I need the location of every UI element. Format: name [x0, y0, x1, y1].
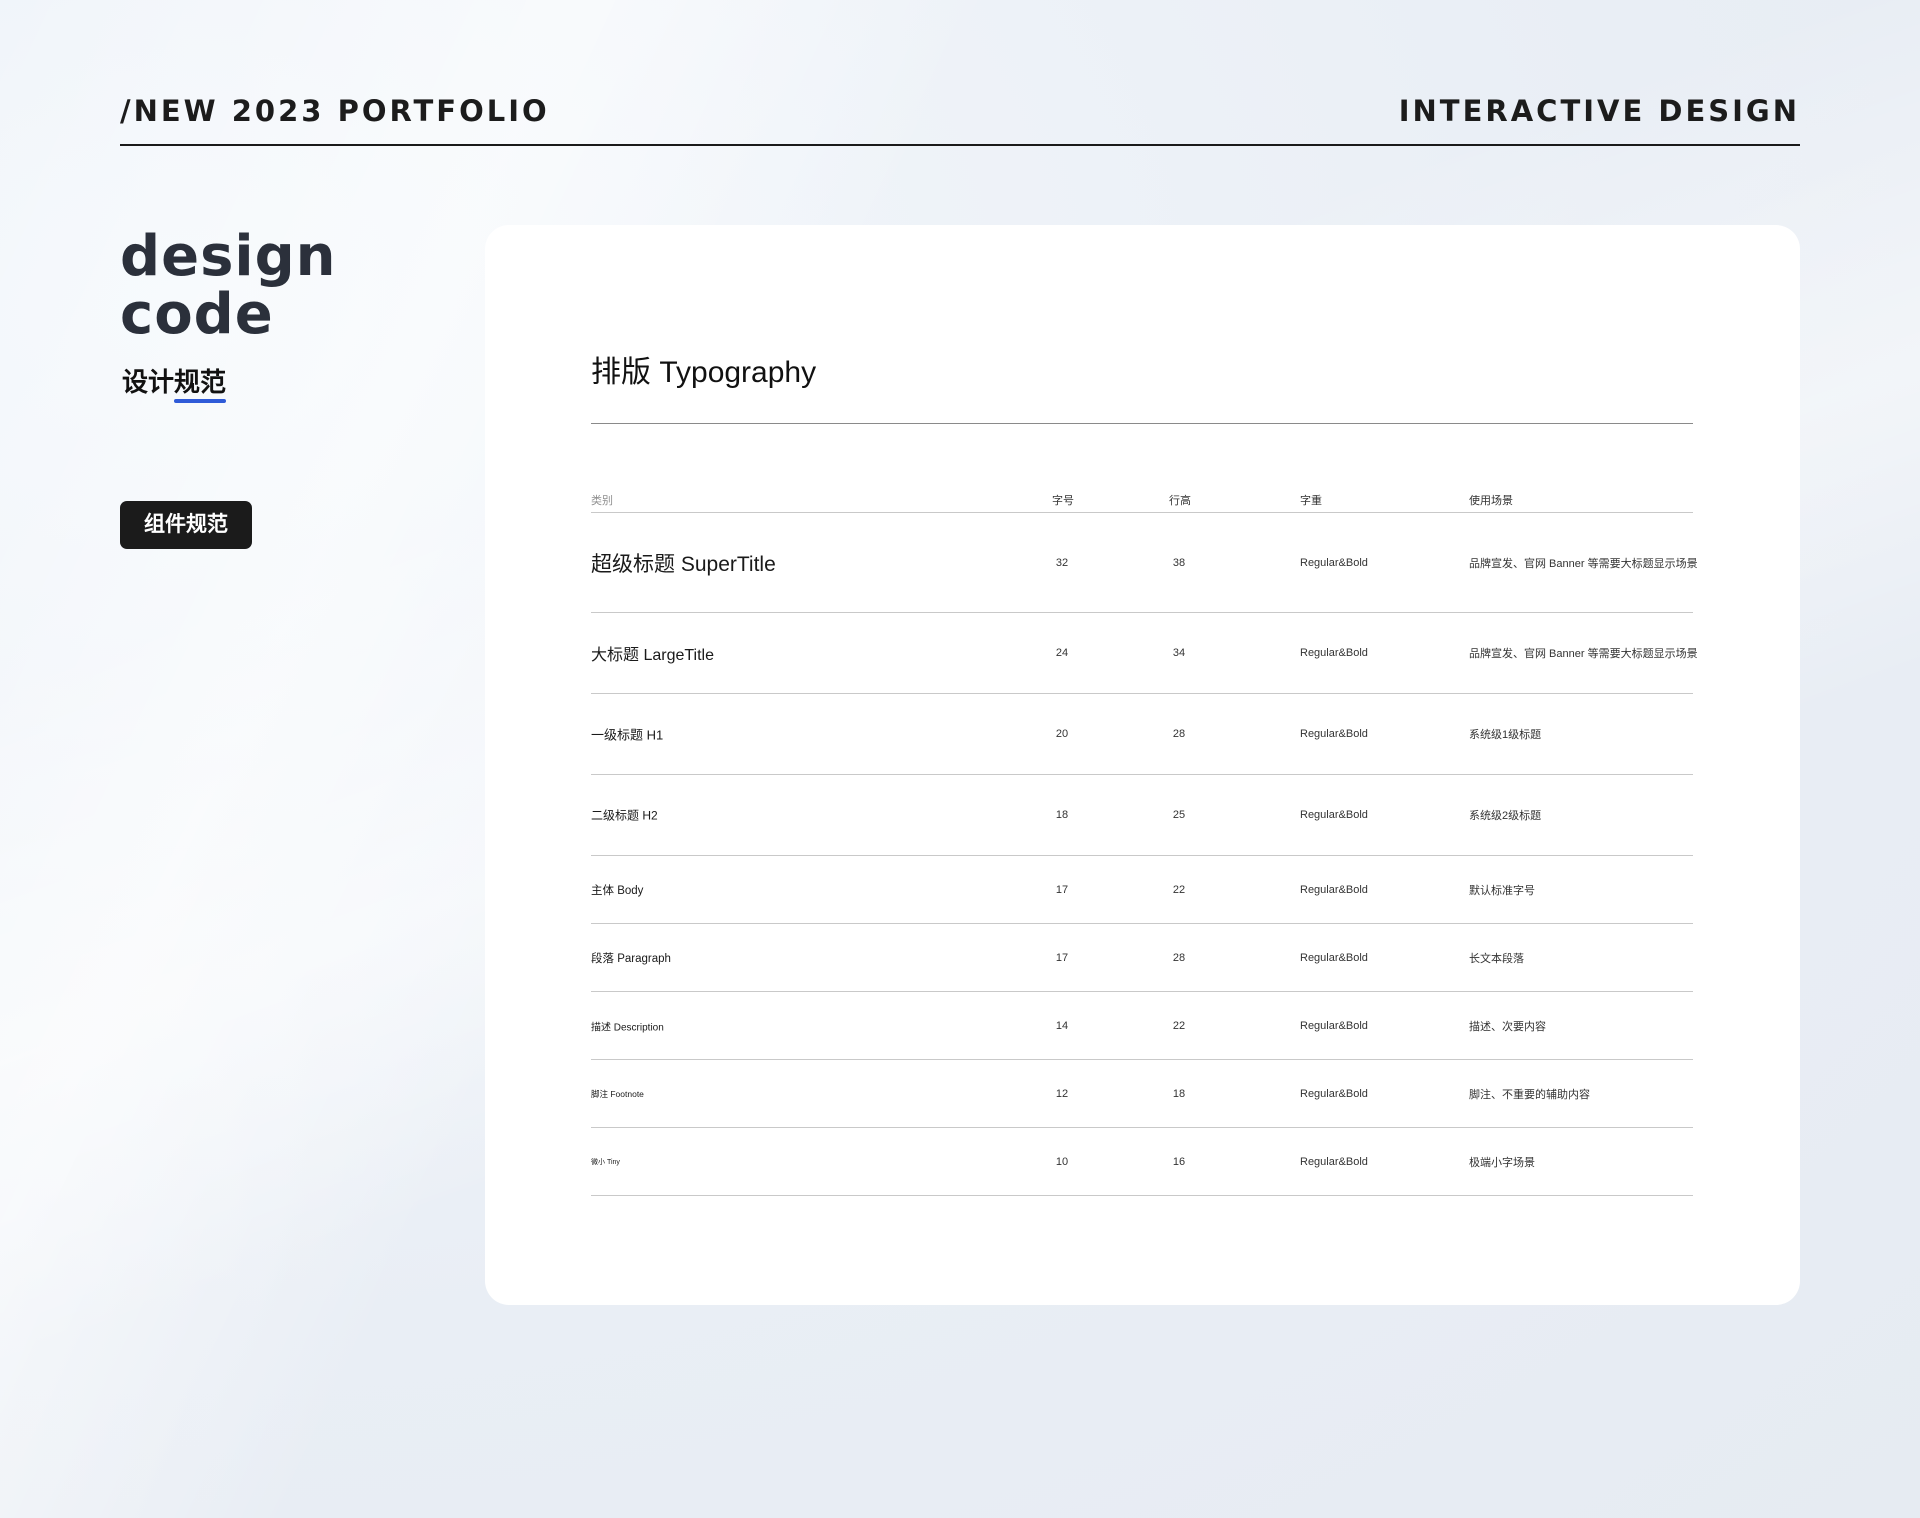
- row-usage: 系统级1级标题: [1469, 729, 1542, 741]
- table-row: 脚注 Footnote 12 18 Regular&Bold 脚注、不重要的辅助…: [591, 1060, 1693, 1128]
- table-header: 类别 字号 行高 字重 使用场景: [591, 490, 1693, 513]
- row-category: 一级标题 H1: [591, 727, 664, 743]
- page-title: design code: [120, 228, 337, 344]
- table-row: 微小 Tiny 10 16 Regular&Bold 极端小字场景: [591, 1128, 1693, 1196]
- card-divider: [591, 423, 1693, 424]
- table-row: 描述 Description 14 22 Regular&Bold 描述、次要内…: [591, 992, 1693, 1060]
- column-header-size: 字号: [1052, 495, 1074, 507]
- row-category: 主体 Body: [591, 884, 644, 897]
- section-label: INTERACTIVE DESIGN: [1398, 94, 1800, 128]
- row-usage: 默认标准字号: [1469, 884, 1535, 897]
- row-line-height: 16: [1172, 1155, 1186, 1168]
- row-line-height: 28: [1172, 951, 1186, 964]
- row-usage: 脚注、不重要的辅助内容: [1469, 1088, 1590, 1101]
- top-header: /NEW 2023 PORTFOLIO INTERACTIVE DESIGN: [120, 88, 1800, 146]
- page-subtitle-highlight: 规范: [174, 362, 227, 403]
- row-usage: 极端小字场景: [1469, 1156, 1535, 1169]
- row-size: 10: [1055, 1155, 1069, 1168]
- page-title-line-1: design: [120, 224, 337, 289]
- page-subtitle: 设计规范: [122, 362, 227, 403]
- row-size: 17: [1055, 951, 1069, 964]
- row-line-height: 22: [1172, 1019, 1186, 1032]
- column-header-usage: 使用场景: [1469, 495, 1513, 507]
- column-header-category: 类别: [591, 495, 613, 507]
- row-size: 32: [1055, 556, 1069, 569]
- row-category: 段落 Paragraph: [591, 952, 671, 965]
- row-category: 脚注 Footnote: [591, 1088, 644, 1099]
- portfolio-label: /NEW 2023 PORTFOLIO: [120, 94, 550, 128]
- row-size: 24: [1055, 647, 1069, 659]
- row-line-height: 25: [1172, 809, 1186, 821]
- row-line-height: 22: [1172, 883, 1186, 896]
- typography-card: 排版 Typography 类别 字号 行高 字重 使用场景 超级标题 Supe…: [485, 225, 1800, 1305]
- table-row: 超级标题 SuperTitle 32 38 Regular&Bold 品牌宣发、…: [591, 513, 1698, 613]
- row-weight: Regular&Bold: [1300, 556, 1368, 569]
- card-title: 排版 Typography: [591, 356, 817, 389]
- row-size: 18: [1055, 809, 1069, 821]
- row-usage: 品牌宣发、官网 Banner 等需要大标题显示场景: [1469, 557, 1698, 570]
- table-row: 一级标题 H1 20 28 Regular&Bold 系统级1级标题: [591, 694, 1693, 775]
- row-size: 17: [1055, 883, 1069, 896]
- row-weight: Regular&Bold: [1300, 647, 1368, 659]
- row-category: 微小 Tiny: [591, 1158, 620, 1166]
- row-category: 超级标题 SuperTitle: [591, 552, 776, 576]
- column-header-line-height: 行高: [1169, 495, 1191, 507]
- table-row: 主体 Body 17 22 Regular&Bold 默认标准字号: [591, 856, 1693, 924]
- row-weight: Regular&Bold: [1300, 1087, 1368, 1100]
- row-line-height: 18: [1172, 1087, 1186, 1100]
- table-row: 二级标题 H2 18 25 Regular&Bold 系统级2级标题: [591, 775, 1693, 856]
- row-usage: 品牌宣发、官网 Banner 等需要大标题显示场景: [1469, 648, 1698, 660]
- component-spec-button[interactable]: 组件规范: [120, 501, 252, 549]
- page-subtitle-part-1: 设计: [122, 367, 175, 397]
- column-header-weight: 字重: [1300, 495, 1322, 507]
- table-row: 段落 Paragraph 17 28 Regular&Bold 长文本段落: [591, 924, 1693, 992]
- row-category: 描述 Description: [591, 1022, 664, 1033]
- row-weight: Regular&Bold: [1300, 1019, 1368, 1032]
- row-weight: Regular&Bold: [1300, 809, 1368, 821]
- row-category: 二级标题 H2: [591, 808, 658, 823]
- row-line-height: 28: [1172, 728, 1186, 740]
- row-usage: 描述、次要内容: [1469, 1020, 1546, 1033]
- row-weight: Regular&Bold: [1300, 883, 1368, 896]
- typography-table: 类别 字号 行高 字重 使用场景 超级标题 SuperTitle 32 38 R…: [591, 490, 1698, 1196]
- row-weight: Regular&Bold: [1300, 728, 1368, 740]
- row-line-height: 38: [1172, 556, 1186, 569]
- row-size: 14: [1055, 1019, 1069, 1032]
- table-row: 大标题 LargeTitle 24 34 Regular&Bold 品牌宣发、官…: [591, 613, 1698, 694]
- row-usage: 系统级2级标题: [1469, 810, 1542, 822]
- row-weight: Regular&Bold: [1300, 1155, 1368, 1168]
- row-size: 20: [1055, 728, 1069, 740]
- row-category: 大标题 LargeTitle: [591, 647, 715, 664]
- page-title-line-2: code: [120, 282, 274, 347]
- row-size: 12: [1055, 1087, 1069, 1100]
- row-line-height: 34: [1172, 647, 1186, 659]
- row-usage: 长文本段落: [1469, 952, 1524, 965]
- row-weight: Regular&Bold: [1300, 951, 1368, 964]
